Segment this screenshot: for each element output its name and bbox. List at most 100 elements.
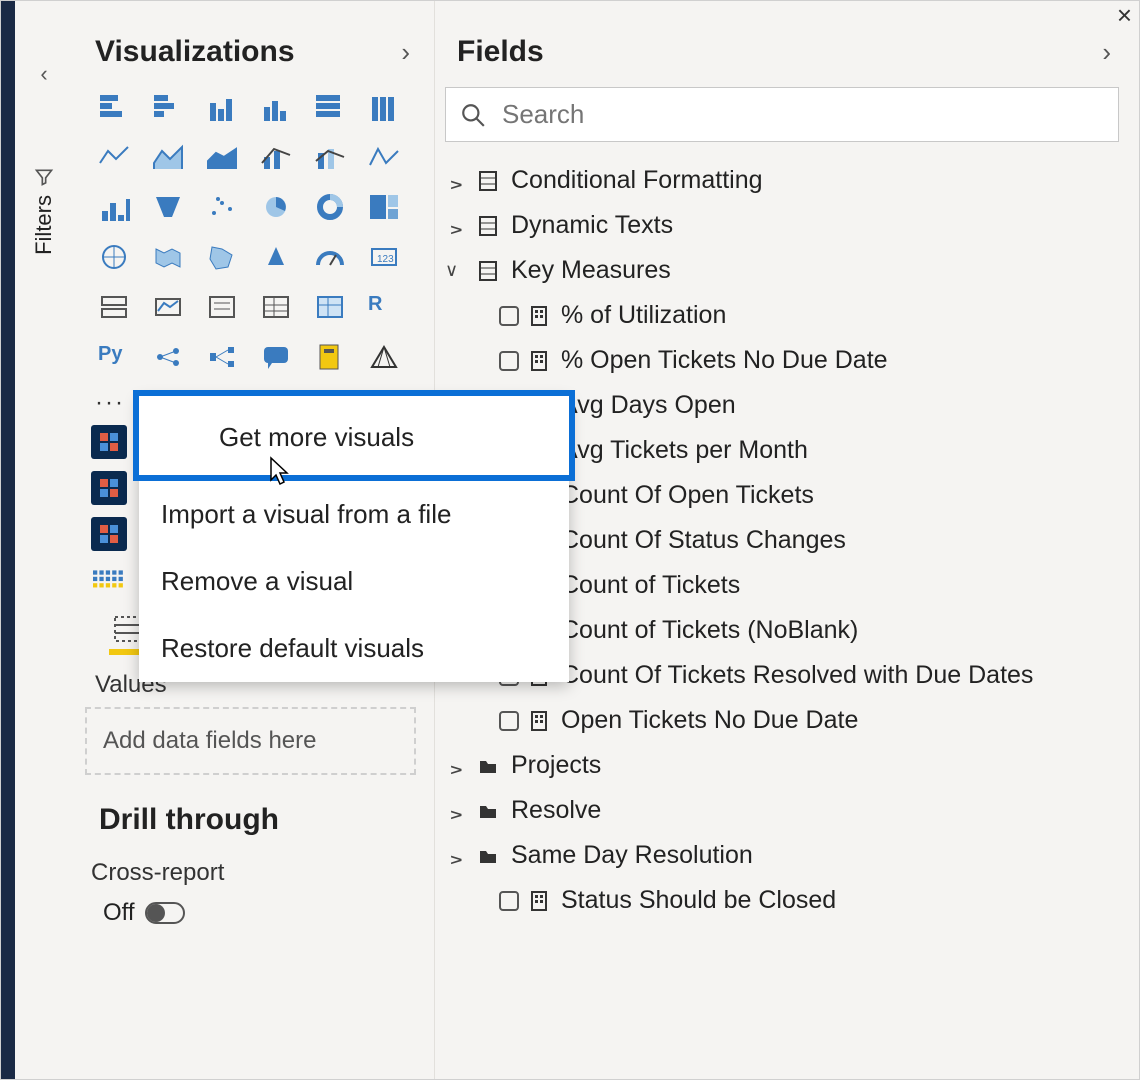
fields-search[interactable] — [445, 87, 1119, 142]
menu-import-visual-file[interactable]: Import a visual from a file — [139, 481, 569, 548]
viz-100-stacked-column-icon[interactable] — [365, 91, 403, 123]
menu-restore-default-visuals[interactable]: Restore default visuals — [139, 615, 569, 682]
viz-line-icon[interactable] — [95, 141, 133, 173]
nav-rail — [1, 1, 15, 1079]
viz-gauge-icon[interactable] — [311, 241, 349, 273]
search-icon — [460, 102, 486, 128]
group-label: Conditional Formatting — [511, 166, 763, 195]
viz-arcgis-icon[interactable] — [365, 341, 403, 373]
filters-label: Filters — [31, 195, 57, 255]
chevron-right-icon: ∨ — [446, 800, 467, 822]
chevron-right-icon: ∨ — [446, 845, 467, 867]
field-label: Count Of Tickets Resolved with Due Dates — [561, 661, 1033, 690]
viz-ribbon-icon[interactable] — [365, 141, 403, 173]
toggle-off-label: Off — [103, 899, 135, 927]
viz-line-stacked-column-icon[interactable] — [311, 141, 349, 173]
viz-clustered-bar-icon[interactable] — [149, 91, 187, 123]
viz-card-icon[interactable]: 123 — [365, 241, 403, 273]
checkbox[interactable] — [499, 891, 519, 911]
field-group-key-measures[interactable]: ∨Key Measures — [445, 248, 1129, 293]
search-input[interactable] — [500, 98, 1104, 131]
measure-icon — [531, 306, 549, 326]
folder-icon — [479, 848, 499, 864]
cross-report-toggle[interactable] — [145, 902, 185, 924]
viz-kpi-icon[interactable] — [149, 291, 187, 323]
custom-visual-2[interactable] — [91, 471, 127, 505]
field-group-resolve[interactable]: ∨ Resolve — [445, 788, 1129, 833]
group-label: Resolve — [511, 796, 601, 825]
viz-matrix-icon[interactable] — [311, 291, 349, 323]
viz-waterfall-icon[interactable] — [95, 191, 133, 223]
viz-key-influencers-icon[interactable] — [149, 341, 187, 373]
measure-icon — [531, 351, 549, 371]
measure-icon — [531, 891, 549, 911]
viz-treemap-icon[interactable] — [365, 191, 403, 223]
viz-scatter-icon[interactable] — [203, 191, 241, 223]
viz-filled-map-icon[interactable] — [149, 241, 187, 273]
menu-remove-visual[interactable]: Remove a visual — [139, 548, 569, 615]
viz-line-clustered-column-icon[interactable] — [257, 141, 295, 173]
viz-pie-icon[interactable] — [257, 191, 295, 223]
viz-stacked-bar-icon[interactable] — [95, 91, 133, 123]
viz-shape-map-icon[interactable] — [203, 241, 241, 273]
folder-icon — [479, 758, 499, 774]
chevron-right-icon: ∨ — [446, 170, 467, 192]
viz-decomposition-tree-icon[interactable] — [203, 341, 241, 373]
field--of-utilization[interactable]: % of Utilization — [445, 293, 1129, 338]
viz-donut-icon[interactable] — [311, 191, 349, 223]
filters-collapsed-pane[interactable]: ‹ Filters — [15, 1, 73, 1079]
field-group-dynamic-texts[interactable]: ∨ Dynamic Texts — [445, 203, 1129, 248]
field-label: Count Of Open Tickets — [561, 481, 814, 510]
checkbox[interactable] — [499, 711, 519, 731]
viz-py-visual-icon[interactable]: Py — [95, 341, 133, 373]
field-group-conditional-formatting[interactable]: ∨ Conditional Formatting — [445, 158, 1129, 203]
close-icon[interactable]: × — [1117, 0, 1132, 31]
chevron-right-icon[interactable]: › — [401, 37, 410, 68]
field-label: Count Of Status Changes — [561, 526, 846, 555]
checkbox[interactable] — [499, 351, 519, 371]
fields-title: Fields — [457, 35, 544, 69]
viz-stacked-area-icon[interactable] — [203, 141, 241, 173]
folder-icon — [479, 803, 499, 819]
field--open-tickets-no-due-date[interactable]: % Open Tickets No Due Date — [445, 338, 1129, 383]
checkbox[interactable] — [499, 306, 519, 326]
field-group-same-day-resolution[interactable]: ∨ Same Day Resolution — [445, 833, 1129, 878]
chevron-right-icon[interactable]: › — [1102, 37, 1111, 68]
custom-visual-1[interactable] — [91, 425, 127, 459]
chevron-left-icon[interactable]: ‹ — [40, 61, 47, 87]
menu-get-more-visuals[interactable]: Get more visuals — [133, 390, 575, 481]
viz-paginated-icon[interactable] — [311, 341, 349, 373]
group-label: Dynamic Texts — [511, 211, 673, 240]
drill-through-title: Drill through — [73, 775, 428, 845]
more-visuals-ellipsis[interactable]: ··· — [73, 385, 119, 417]
custom-visual-3[interactable] — [91, 517, 127, 551]
viz-map-icon[interactable] — [95, 241, 133, 273]
chevron-right-icon: ∨ — [446, 215, 467, 237]
group-label: Key Measures — [511, 256, 671, 285]
viz-stacked-column-icon[interactable] — [203, 91, 241, 123]
field-label: Count of Tickets — [561, 571, 740, 600]
field-label: % Open Tickets No Due Date — [561, 346, 888, 375]
viz-funnel-icon[interactable] — [149, 191, 187, 223]
viz-qa-icon[interactable] — [257, 341, 295, 373]
viz-table-icon[interactable] — [257, 291, 295, 323]
field-group-projects[interactable]: ∨Projects — [445, 743, 1129, 788]
group-label: Same Day Resolution — [511, 841, 753, 870]
viz-slicer-icon[interactable] — [203, 291, 241, 323]
field-label: % of Utilization — [561, 301, 726, 330]
viz-area-icon[interactable] — [149, 141, 187, 173]
viz-multi-row-card-icon[interactable] — [95, 291, 133, 323]
field-label: Avg Tickets per Month — [561, 436, 808, 465]
field-open-tickets-no-due-date[interactable]: Open Tickets No Due Date — [445, 698, 1129, 743]
table-icon — [479, 171, 499, 191]
visualizations-pane: Visualizations › 123RPy ··· Get more vis… — [73, 1, 435, 1079]
field-label: Count of Tickets (NoBlank) — [561, 616, 858, 645]
viz-100-stacked-bar-icon[interactable] — [311, 91, 349, 123]
field-status-should-be-closed[interactable]: Status Should be Closed — [445, 878, 1129, 923]
viz-r-visual-icon[interactable]: R — [365, 291, 403, 323]
viz-clustered-column-icon[interactable] — [257, 91, 295, 123]
field-label: Avg Days Open — [561, 391, 736, 420]
viz-azure-map-icon[interactable] — [257, 241, 295, 273]
values-field-well[interactable]: Add data fields here — [85, 707, 416, 775]
custom-visual-grid[interactable] — [91, 563, 127, 597]
